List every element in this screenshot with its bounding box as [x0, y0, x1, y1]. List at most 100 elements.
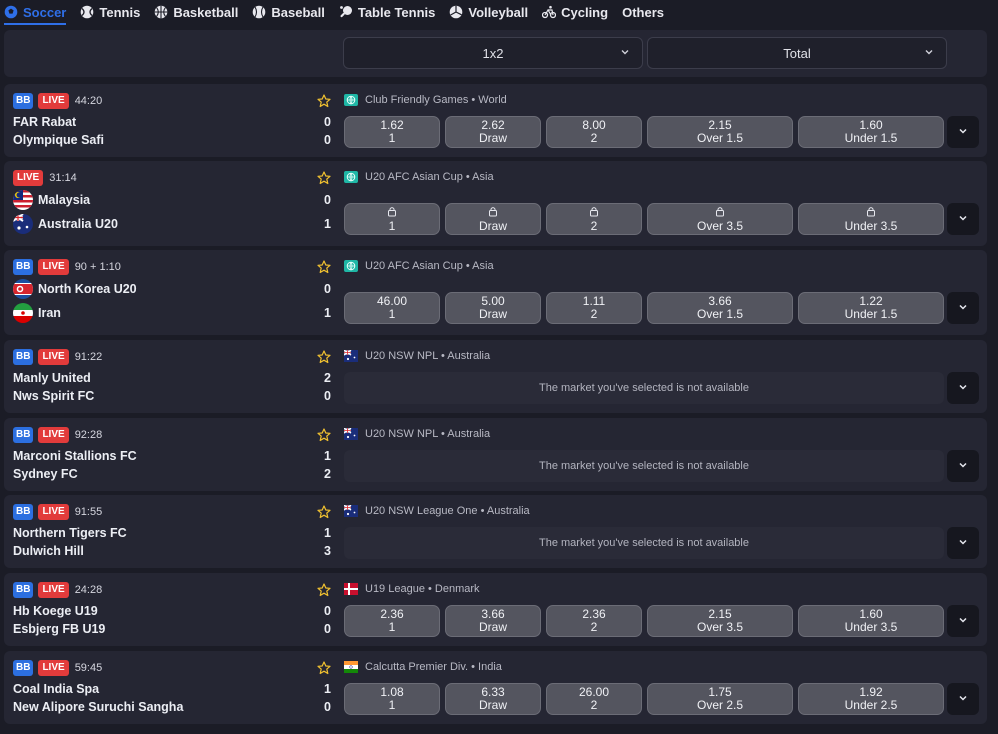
expand-button[interactable]	[947, 683, 979, 715]
match-time: 44:20	[74, 95, 103, 107]
market-unavailable: The market you've selected is not availa…	[344, 450, 944, 482]
odds-button[interactable]: 6.33 Draw	[445, 683, 541, 715]
favorite-star-icon[interactable]	[317, 583, 331, 597]
odds-button[interactable]: 1.92 Under 2.5	[798, 683, 944, 715]
match-row[interactable]: LIVE 31:14 Malaysia Australia U20 0 1 U20 AFC …	[4, 161, 987, 246]
odds-button[interactable]: 46.00 1	[344, 292, 440, 324]
odds-button[interactable]: Draw	[445, 203, 541, 235]
iran-flag-icon	[13, 303, 33, 323]
expand-button[interactable]	[947, 292, 979, 324]
chevron-down-icon	[958, 459, 968, 473]
odds-label: Under 3.5	[844, 218, 898, 233]
odds-button[interactable]: 2.36 2	[546, 605, 642, 637]
odds-label: 2	[590, 307, 598, 321]
home-team: FAR Rabat	[13, 115, 76, 129]
expand-button[interactable]	[947, 203, 979, 235]
odds-label: 2	[590, 620, 598, 634]
expand-button[interactable]	[947, 605, 979, 637]
odds-button[interactable]: 1	[344, 203, 440, 235]
match-time: 90 + 1:10	[74, 261, 121, 273]
odds-button[interactable]: 2.36 1	[344, 605, 440, 637]
tab-label: Baseball	[271, 4, 325, 20]
tab-label: Tennis	[99, 4, 141, 20]
odds-button[interactable]: 26.00 2	[546, 683, 642, 715]
team-name: Esbjerg FB U19	[13, 622, 106, 636]
market-select-secondary[interactable]: Total	[647, 37, 947, 69]
team-name: Malaysia	[38, 193, 91, 207]
odds-label: Draw	[478, 307, 507, 321]
match-row[interactable]: BB LIVE 24:28 Hb Koege U19 Esbjerg FB U19 0 0 U…	[4, 573, 987, 646]
chevron-down-icon	[958, 212, 968, 226]
tab-label: Others	[622, 4, 664, 20]
team-name: Coal India Spa	[13, 682, 100, 696]
odds-label: Under 1.5	[844, 307, 898, 321]
match-row[interactable]: BB LIVE 92:28 Marconi Stallions FC Sydney FC…	[4, 418, 987, 491]
match-meta: BB LIVE 24:28	[13, 582, 102, 598]
match-row[interactable]: BB LIVE 91:55 Northern Tigers FC Dulwich Hil…	[4, 495, 987, 568]
odds-button[interactable]: 1.60 Under 1.5	[798, 116, 944, 148]
tab-baseball[interactable]: Baseball	[252, 2, 325, 22]
tab-tennis[interactable]: Tennis	[80, 2, 140, 22]
odds-button[interactable]: Over 3.5	[647, 203, 793, 235]
globe-icon	[344, 171, 358, 183]
team-name: North Korea U20	[38, 282, 137, 296]
team-name: Australia U20	[38, 217, 118, 231]
odds-button[interactable]: 2.15 Over 1.5	[647, 116, 793, 148]
odds-label: Draw	[478, 218, 507, 233]
match-time: 59:45	[74, 662, 103, 674]
bet-builder-badge: BB	[13, 504, 34, 520]
odds-button[interactable]: 3.66 Over 1.5	[647, 292, 793, 324]
tab-label: Volleyball	[468, 4, 529, 20]
match-row[interactable]: BB LIVE 90 + 1:10 North Korea U20 Iran 0 1 U20 …	[4, 250, 987, 335]
odds-button[interactable]: 3.66 Draw	[445, 605, 541, 637]
expand-button[interactable]	[947, 450, 979, 482]
match-meta: LIVE 31:14	[13, 170, 77, 186]
favorite-star-icon[interactable]	[317, 428, 331, 442]
expand-button[interactable]	[947, 527, 979, 559]
match-time: 91:22	[74, 351, 103, 363]
favorite-star-icon[interactable]	[317, 260, 331, 274]
away-team: Nws Spirit FC	[13, 389, 94, 403]
tab-table-tennis[interactable]: Table Tennis	[339, 2, 435, 22]
favorite-star-icon[interactable]	[317, 94, 331, 108]
favorite-star-icon[interactable]	[317, 505, 331, 519]
live-badge: LIVE	[38, 427, 69, 443]
tab-volleyball[interactable]: Volleyball	[449, 2, 528, 22]
team-name: Northern Tigers FC	[13, 526, 127, 540]
odds-button[interactable]: 5.00 Draw	[445, 292, 541, 324]
odds-button[interactable]: 1.62 1	[344, 116, 440, 148]
expand-button[interactable]	[947, 372, 979, 404]
market-select-primary[interactable]: 1x2	[343, 37, 643, 69]
odds-button[interactable]: 1.75 Over 2.5	[647, 683, 793, 715]
odds-button[interactable]: 8.00 2	[546, 116, 642, 148]
bet-builder-badge: BB	[13, 259, 34, 275]
away-score: 2	[324, 467, 331, 481]
odds-button[interactable]: 1.60 Under 3.5	[798, 605, 944, 637]
tab-basketball[interactable]: Basketball	[154, 2, 238, 22]
home-score: 2	[324, 371, 331, 385]
expand-button[interactable]	[947, 116, 979, 148]
live-badge: LIVE	[38, 349, 69, 365]
match-row[interactable]: BB LIVE 59:45 Coal India Spa New Alipore Sur…	[4, 651, 987, 724]
league-info: U20 NSW NPL • Australia	[343, 349, 490, 362]
odds-button[interactable]: 1.08 1	[344, 683, 440, 715]
match-row[interactable]: BB LIVE 44:20 FAR Rabat Olympique Safi 0 0 Club…	[4, 84, 987, 157]
odds-button[interactable]: 2.62 Draw	[445, 116, 541, 148]
match-row[interactable]: BB LIVE 91:22 Manly United Nws Spirit FC 2 0 U2…	[4, 340, 987, 413]
league-name: U20 NSW League One • Australia	[365, 505, 530, 517]
tab-label: Cycling	[561, 4, 609, 20]
favorite-star-icon[interactable]	[317, 171, 331, 185]
tab-others[interactable]: Others	[622, 2, 664, 22]
favorite-star-icon[interactable]	[317, 350, 331, 364]
tab-cycling[interactable]: Cycling	[541, 2, 609, 22]
favorite-star-icon[interactable]	[317, 661, 331, 675]
team-name: Hb Koege U19	[13, 604, 98, 618]
odds-button[interactable]: 1.22 Under 1.5	[798, 292, 944, 324]
odds-button[interactable]: 2.15 Over 3.5	[647, 605, 793, 637]
odds-button[interactable]: 1.11 2	[546, 292, 642, 324]
odds-button[interactable]: 2	[546, 203, 642, 235]
away-team: New Alipore Suruchi Sangha	[13, 700, 183, 714]
odds-button[interactable]: Under 3.5	[798, 203, 944, 235]
tab-soccer[interactable]: Soccer	[4, 2, 67, 25]
match-meta: BB LIVE 91:55	[13, 504, 102, 520]
